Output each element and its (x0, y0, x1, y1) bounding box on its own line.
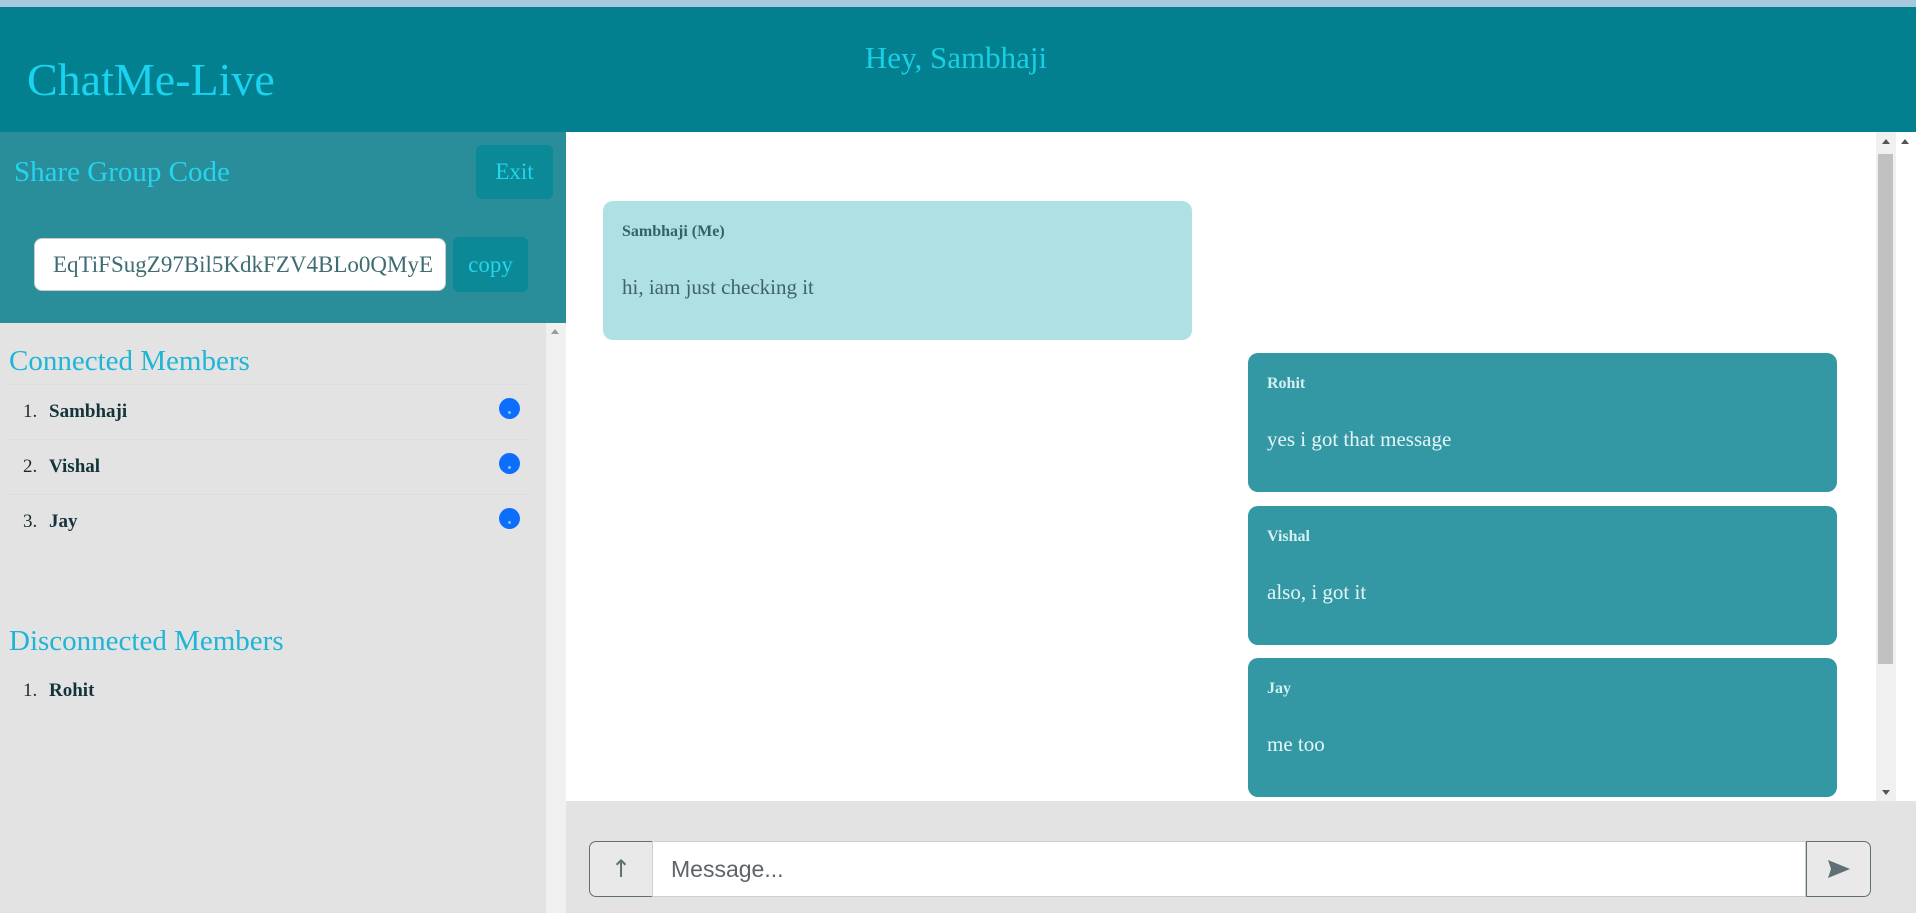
member-number: 2. (23, 456, 38, 477)
member-number: 1. (23, 680, 38, 701)
connected-members-title: Connected Members (9, 345, 250, 377)
member-number: 3. (23, 511, 38, 532)
member-name: Rohit (49, 680, 95, 701)
message-input[interactable] (652, 841, 1806, 897)
member-name: Sambhaji (49, 401, 128, 422)
upload-arrow-icon: ↑ (610, 855, 632, 883)
scroll-up-arrow-icon[interactable] (551, 329, 559, 334)
members-scrollbar[interactable] (546, 323, 566, 913)
chat-scrollbar[interactable] (1876, 132, 1896, 801)
share-group-title: Share Group Code (14, 156, 230, 188)
message-text: me too (1267, 732, 1325, 756)
message-text: yes i got that message (1267, 427, 1452, 451)
sidebar: Share Group Code Exit EqTiFSugZ97Bil5Kdk… (0, 132, 566, 913)
message-sender: Sambhaji (Me) (622, 223, 725, 240)
message-composer: ↑ (566, 801, 1916, 913)
disconnected-members-title: Disconnected Members (9, 625, 284, 657)
member-number: 1. (23, 401, 38, 422)
share-group-panel: Share Group Code Exit EqTiFSugZ97Bil5Kdk… (0, 132, 566, 323)
disconnected-member-item: 1. Rohit (9, 664, 529, 719)
member-name: Jay (49, 511, 78, 532)
message-sender: Vishal (1267, 528, 1310, 545)
page-scroll-up-arrow-icon[interactable] (1901, 139, 1909, 144)
connected-member-item: 3. Jay (9, 494, 529, 549)
message-text: hi, iam just checking it (622, 275, 814, 299)
scroll-down-arrow-icon[interactable] (1882, 790, 1890, 795)
chat-messages-area: Sambhaji (Me) hi, iam just checking it R… (566, 132, 1916, 801)
message-bubble-other: Rohit yes i got that message (1248, 353, 1837, 492)
message-sender: Rohit (1267, 375, 1306, 392)
upload-button[interactable]: ↑ (589, 841, 652, 897)
member-name: Vishal (49, 456, 101, 477)
browser-top-strip (0, 0, 1916, 7)
scroll-up-arrow-icon[interactable] (1882, 139, 1890, 144)
connected-member-item: 2. Vishal (9, 439, 529, 494)
members-list-panel: Connected Members 1. Sambhaji 2. Vishal … (0, 323, 546, 913)
message-sender: Jay (1267, 680, 1291, 697)
user-greeting: Hey, Sambhaji (864, 40, 1048, 75)
send-button[interactable] (1806, 841, 1871, 897)
group-code-field[interactable]: EqTiFSugZ97Bil5KdkFZV4BLo0QMyE (34, 238, 446, 291)
chat-scroll-thumb[interactable] (1878, 154, 1893, 664)
exit-button[interactable]: Exit (476, 145, 553, 199)
online-status-icon (499, 398, 520, 419)
message-bubble-own: Sambhaji (Me) hi, iam just checking it (603, 201, 1192, 340)
send-icon (1827, 860, 1850, 878)
online-status-icon (499, 453, 520, 474)
message-bubble-other: Jay me too (1248, 658, 1837, 797)
copy-code-button[interactable]: copy (453, 237, 528, 292)
connected-member-item: 1. Sambhaji (9, 384, 529, 439)
message-bubble-other: Vishal also, i got it (1248, 506, 1837, 645)
online-status-icon (499, 508, 520, 529)
message-text: also, i got it (1267, 580, 1367, 604)
app-header: ChatMe-Live Hey, Sambhaji (0, 7, 1916, 132)
